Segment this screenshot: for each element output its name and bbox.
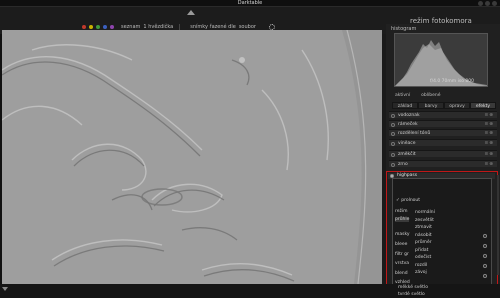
module-group-tabs: základ barvy opravy efekty [392,102,496,109]
side-label: bleee [395,242,408,247]
presets-icon[interactable]: ≡⊕ [484,122,494,127]
side-label: režim [395,209,408,214]
module-name: rámeček [398,122,418,127]
color-label-red-icon[interactable] [82,25,86,29]
module-name: vodoznak [398,113,420,118]
module-row[interactable]: rámeček ≡⊕ [389,120,497,127]
module-name: zrno [398,162,408,167]
module-name: rozdělení tónů [398,131,431,136]
module-row[interactable]: rozdělení tónů ≡⊕ [389,129,497,136]
reset-icon[interactable] [483,244,487,248]
reset-icon[interactable] [483,264,487,268]
color-label-green-icon[interactable] [96,25,100,29]
power-icon[interactable] [391,152,395,157]
reset-icon[interactable] [483,274,487,278]
blend-mode-option[interactable]: rozdíl [415,262,435,270]
histogram-exif-info: f/4.0 70mm iso 800 [430,79,474,84]
blend-mode-option[interactable]: ztmavit [415,224,435,232]
color-label-purple-icon[interactable] [110,25,114,29]
presets-icon[interactable]: ≡⊕ [484,162,494,167]
blend-mode-list: normální zesvětlit ztmavit násobit průmě… [415,209,435,277]
blend-section-label: ✓ prolnout [396,198,421,203]
power-icon[interactable] [391,131,395,136]
collapse-top-panel-icon[interactable] [187,10,195,15]
presets-icon[interactable]: ≡⊕ [484,141,494,146]
color-label-yellow-icon[interactable] [89,25,93,29]
blend-mode-option[interactable]: měkké světlo [398,285,428,290]
blend-mode-option[interactable]: tvrdé světlo [398,292,425,297]
module-group-filters: aktivní oblíbené [395,93,441,98]
power-icon[interactable] [391,122,395,127]
side-label: blend [395,271,408,276]
right-panel-scrollbar[interactable] [497,175,499,275]
group-active[interactable]: aktivní [395,93,410,98]
module-row[interactable]: změkčit ≡⊕ [389,150,497,157]
side-label: průhle [395,217,410,222]
power-icon[interactable] [391,141,395,146]
color-label-blue-icon[interactable] [103,25,107,29]
collapse-bottom-panel-icon[interactable] [2,287,8,291]
blend-mode-option[interactable]: zesvětlit [415,217,435,225]
tab-color[interactable]: barvy [418,102,444,109]
tab-basic[interactable]: základ [392,102,418,109]
module-row[interactable]: vodoznak ≡⊕ [389,111,497,118]
window-title: Darktable [237,0,263,6]
side-label: vrstva [395,261,410,266]
title-bar: Darktable [0,0,500,7]
bottom-panel: měkké světlo tvrdé světlo [0,284,500,298]
tab-effects[interactable]: efekty [470,102,496,109]
edited-photo-highpass [2,30,382,284]
blend-mode-dropdown: ✓ prolnout režim průhle masky bleee filt… [392,178,492,286]
module-row[interactable]: viněace ≡⊕ [389,139,497,146]
reset-icon[interactable] [483,254,487,258]
blend-mode-option[interactable]: závoj [415,269,435,277]
chevron-down-icon[interactable]: ✓ [396,198,400,203]
blend-mode-option[interactable]: normální [415,209,435,217]
group-favorites[interactable]: oblíbené [421,93,440,98]
presets-icon[interactable]: ≡⊕ [484,152,494,157]
tab-correct[interactable]: opravy [444,102,470,109]
blend-mode-option[interactable]: násobit [415,232,435,240]
module-name: změkčit [398,152,416,157]
presets-icon[interactable]: ≡⊕ [484,113,494,118]
power-icon[interactable] [391,113,395,118]
image-preview[interactable] [2,30,382,284]
side-label: masky [395,232,410,237]
blend-mode-option[interactable]: průměr [415,239,435,247]
module-name: viněace [398,141,416,146]
blend-mode-option[interactable]: odečíst [415,254,435,262]
blend-mode-option[interactable]: přidat [415,247,435,255]
histogram[interactable]: f/4.0 70mm iso 800 [394,33,488,87]
presets-icon[interactable]: ≡⊕ [484,131,494,136]
reset-icon[interactable] [483,234,487,238]
side-label: filtr gr [395,252,409,257]
module-row[interactable]: zrno ≡⊕ [389,160,497,167]
power-icon[interactable] [391,162,395,167]
histogram-title: histogram [391,26,417,32]
